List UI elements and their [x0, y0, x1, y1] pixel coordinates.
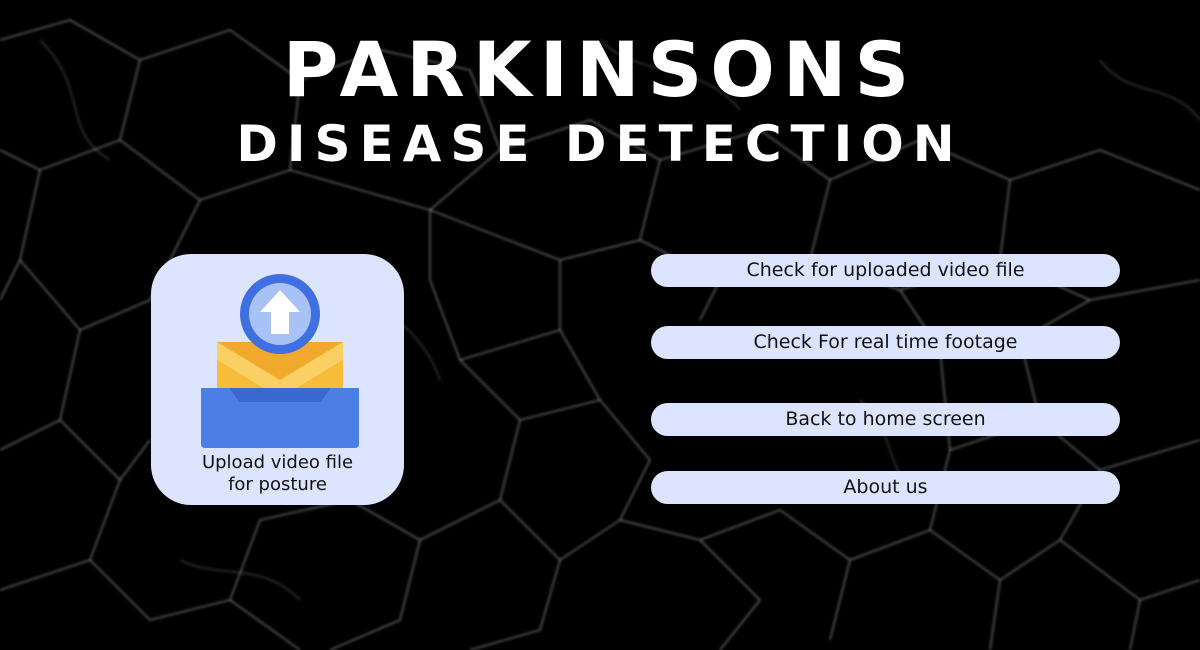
upload-label-line-2: for posture	[228, 474, 327, 495]
back-to-home-button[interactable]: Back to home screen	[651, 403, 1120, 436]
upload-video-card[interactable]: Upload video file for posture	[151, 254, 404, 505]
check-uploaded-video-button[interactable]: Check for uploaded video file	[651, 254, 1120, 287]
page-title-line-1: PARKINSONS	[282, 25, 918, 114]
upload-envelope-icon	[201, 274, 359, 448]
check-real-time-footage-button[interactable]: Check For real time footage	[651, 326, 1120, 359]
about-us-button[interactable]: About us	[651, 471, 1120, 504]
page-title-line-2: DISEASE DETECTION	[236, 115, 964, 173]
upload-card-label: Upload video file for posture	[151, 452, 404, 496]
upload-label-line-1: Upload video file	[201, 452, 354, 473]
